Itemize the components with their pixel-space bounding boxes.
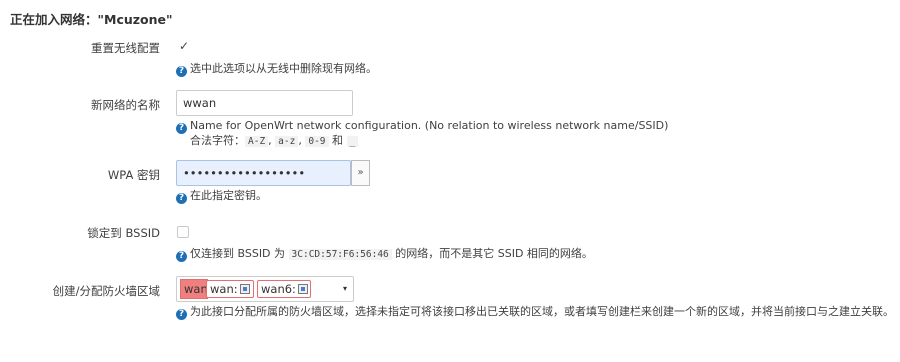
char-range-upper: A-Z [245,136,269,147]
chevron-down-icon: ▾ [342,284,347,293]
char-range-digits: 0-9 [305,136,329,147]
firewall-zone-label: 创建/分配防火墙区域 [52,284,160,298]
firewall-zone-help: ? 为此接口分配所属的防火墙区域，选择未指定可将该接口移出已关联的区域，或者填写创… [176,305,894,320]
help-circle-icon: ? [176,309,187,320]
network-interface-icon [297,284,308,294]
network-name-input[interactable] [176,90,353,116]
firewall-zone-dropdown[interactable]: wan wan: wan6: ▾ [176,276,354,302]
network-name-help: ? Name for OpenWrt network configuration.… [176,119,668,149]
checkmark-icon: ✓ [179,39,190,53]
bssid-value: 3C:CD:57:F6:56:46 [288,249,392,260]
reset-wireless-help: ? 选中此选项以从无线中删除现有网络。 [176,62,377,77]
help-circle-icon: ? [176,66,187,77]
network-interface-icon [239,284,250,294]
zone-network-wan6: wan6: [257,280,311,298]
wpa-key-help: ? 在此指定密钥。 [176,189,267,204]
help-circle-icon: ? [176,193,187,204]
help-circle-icon: ? [176,251,187,262]
reset-wireless-label: 重置无线配置 [91,41,160,55]
wpa-key-input[interactable] [176,160,351,186]
wpa-key-label: WPA 密钥 [107,168,160,182]
char-underscore: _ [346,136,359,147]
reset-wireless-checkbox[interactable]: ✓ [177,39,190,53]
lock-bssid-label: 锁定到 BSSID [87,226,160,240]
reveal-password-button[interactable]: » [351,160,370,186]
char-range-lower: a-z [275,136,299,147]
zone-badge-wan: wan [180,279,208,299]
network-name-label: 新网络的名称 [91,98,160,112]
zone-network-wan: wan: [206,280,254,298]
page-title: 正在加入网络："Mcuzone" [10,12,173,27]
help-circle-icon: ? [176,123,187,134]
lock-bssid-help: ? 仅连接到 BSSID 为 3C:CD:57:F6:56:46 的网络，而不是其… [176,247,593,262]
lock-bssid-checkbox[interactable] [177,226,189,238]
